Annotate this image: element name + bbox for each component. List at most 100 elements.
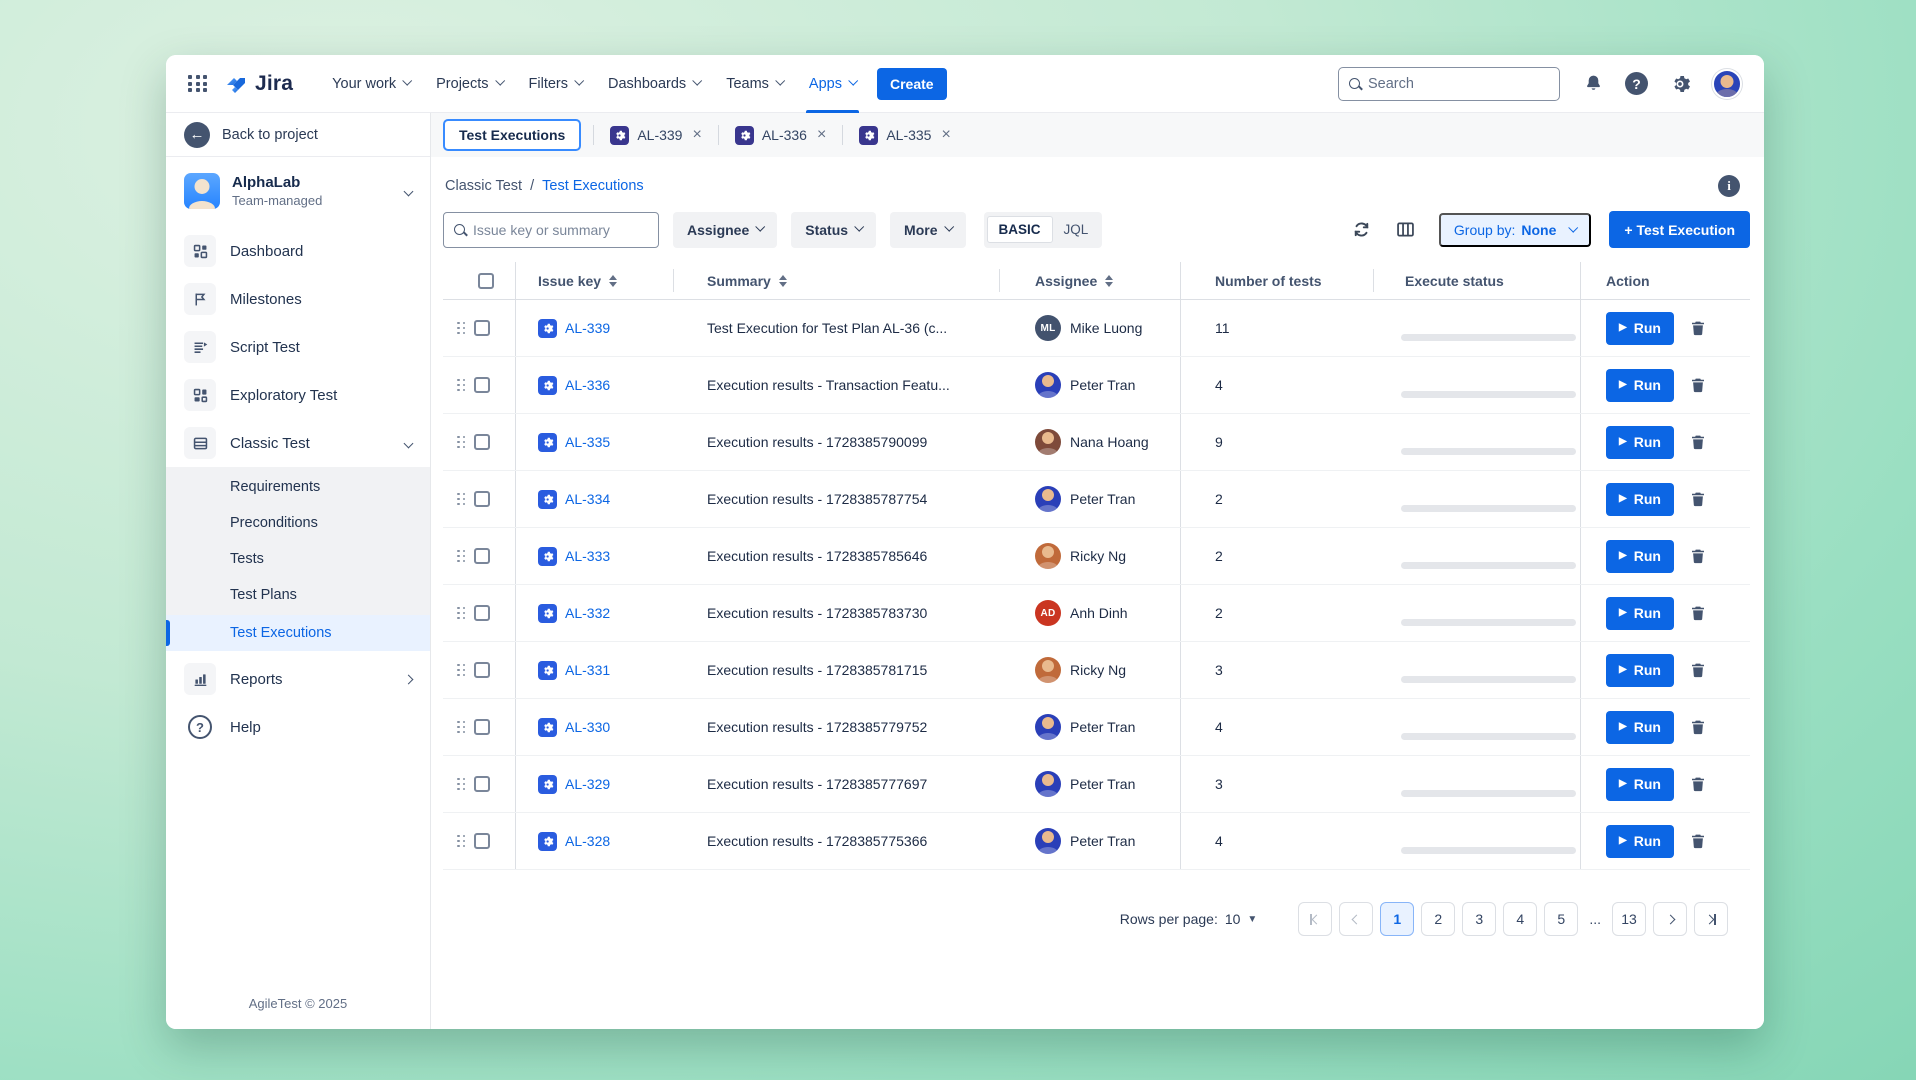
row-checkbox[interactable] bbox=[474, 434, 490, 450]
page-button-2[interactable]: 2 bbox=[1421, 902, 1455, 936]
row-checkbox[interactable] bbox=[474, 719, 490, 735]
run-button[interactable]: ▶Run bbox=[1606, 540, 1674, 573]
run-button[interactable]: ▶Run bbox=[1606, 768, 1674, 801]
page-button-5[interactable]: 5 bbox=[1544, 902, 1578, 936]
page-button-3[interactable]: 3 bbox=[1462, 902, 1496, 936]
issue-tab[interactable]: AL-336 × bbox=[729, 120, 833, 151]
project-switcher[interactable]: AlphaLab Team-managed bbox=[166, 157, 430, 221]
global-search[interactable] bbox=[1338, 67, 1560, 101]
delete-icon[interactable] bbox=[1689, 604, 1707, 622]
issue-key-link[interactable]: AL-334 bbox=[565, 491, 610, 507]
drag-handle-icon[interactable] bbox=[457, 664, 466, 677]
first-page-button[interactable] bbox=[1298, 902, 1332, 936]
sidebar-item-requirements[interactable]: Requirements bbox=[166, 469, 430, 505]
issue-key-link[interactable]: AL-336 bbox=[565, 377, 610, 393]
delete-icon[interactable] bbox=[1689, 661, 1707, 679]
delete-icon[interactable] bbox=[1689, 319, 1707, 337]
nav-item-your-work[interactable]: Your work bbox=[319, 55, 423, 113]
row-checkbox[interactable] bbox=[474, 377, 490, 393]
close-tab-icon[interactable]: × bbox=[692, 127, 701, 143]
drag-handle-icon[interactable] bbox=[457, 721, 466, 734]
refresh-icon[interactable] bbox=[1345, 213, 1379, 247]
global-search-input[interactable] bbox=[1368, 76, 1549, 92]
jira-logo[interactable]: Jira bbox=[224, 72, 293, 96]
page-button-last-number[interactable]: 13 bbox=[1612, 902, 1646, 936]
basic-mode-button[interactable]: BASIC bbox=[987, 216, 1053, 243]
delete-icon[interactable] bbox=[1689, 832, 1707, 850]
issue-key-link[interactable]: AL-333 bbox=[565, 548, 610, 564]
run-button[interactable]: ▶Run bbox=[1606, 711, 1674, 744]
issue-key-link[interactable]: AL-339 bbox=[565, 320, 610, 336]
row-checkbox[interactable] bbox=[474, 548, 490, 564]
last-page-button[interactable] bbox=[1694, 902, 1728, 936]
jql-mode-button[interactable]: JQL bbox=[1053, 217, 1100, 242]
issue-tab[interactable]: AL-339 × bbox=[604, 120, 708, 151]
drag-handle-icon[interactable] bbox=[457, 607, 466, 620]
issue-filter-search[interactable] bbox=[443, 212, 659, 248]
more-filter-dropdown[interactable]: More bbox=[890, 212, 965, 248]
notifications-bell-icon[interactable] bbox=[1582, 73, 1604, 95]
nav-item-apps[interactable]: Apps bbox=[796, 55, 869, 113]
issue-key-link[interactable]: AL-331 bbox=[565, 662, 610, 678]
column-header-assignee[interactable]: Assignee bbox=[999, 262, 1180, 299]
app-switcher-icon[interactable] bbox=[188, 75, 208, 92]
sidebar-item-dashboard[interactable]: Dashboard bbox=[166, 227, 430, 275]
page-button-1[interactable]: 1 bbox=[1380, 902, 1414, 936]
breadcrumb-parent[interactable]: Classic Test bbox=[445, 178, 522, 194]
assignee-filter-dropdown[interactable]: Assignee bbox=[673, 212, 777, 248]
row-checkbox[interactable] bbox=[474, 833, 490, 849]
sidebar-item-preconditions[interactable]: Preconditions bbox=[166, 505, 430, 541]
drag-handle-icon[interactable] bbox=[457, 322, 466, 335]
delete-icon[interactable] bbox=[1689, 490, 1707, 508]
next-page-button[interactable] bbox=[1653, 902, 1687, 936]
sidebar-item-tests[interactable]: Tests bbox=[166, 541, 430, 577]
back-to-project[interactable]: ← Back to project bbox=[166, 113, 430, 157]
delete-icon[interactable] bbox=[1689, 775, 1707, 793]
delete-icon[interactable] bbox=[1689, 718, 1707, 736]
row-checkbox[interactable] bbox=[474, 491, 490, 507]
row-checkbox[interactable] bbox=[474, 320, 490, 336]
group-by-dropdown[interactable]: Group by:None bbox=[1439, 213, 1591, 247]
issue-key-link[interactable]: AL-332 bbox=[565, 605, 610, 621]
page-button-4[interactable]: 4 bbox=[1503, 902, 1537, 936]
create-button[interactable]: Create bbox=[877, 68, 947, 100]
run-button[interactable]: ▶Run bbox=[1606, 483, 1674, 516]
drag-handle-icon[interactable] bbox=[457, 778, 466, 791]
drag-handle-icon[interactable] bbox=[457, 436, 466, 449]
run-button[interactable]: ▶Run bbox=[1606, 426, 1674, 459]
drag-handle-icon[interactable] bbox=[457, 550, 466, 563]
drag-handle-icon[interactable] bbox=[457, 835, 466, 848]
run-button[interactable]: ▶Run bbox=[1606, 312, 1674, 345]
delete-icon[interactable] bbox=[1689, 547, 1707, 565]
sidebar-item-exploratory-test[interactable]: Exploratory Test bbox=[166, 371, 430, 419]
nav-item-projects[interactable]: Projects bbox=[423, 55, 515, 113]
column-header-issue-key[interactable]: Issue key bbox=[515, 262, 673, 299]
drag-handle-icon[interactable] bbox=[457, 493, 466, 506]
nav-item-teams[interactable]: Teams bbox=[713, 55, 796, 113]
close-tab-icon[interactable]: × bbox=[817, 127, 826, 143]
info-icon[interactable]: i bbox=[1718, 175, 1740, 197]
sidebar-item-reports[interactable]: Reports bbox=[166, 655, 430, 703]
row-checkbox[interactable] bbox=[474, 776, 490, 792]
issue-tab[interactable]: AL-335 × bbox=[853, 120, 957, 151]
previous-page-button[interactable] bbox=[1339, 902, 1373, 936]
help-icon[interactable]: ? bbox=[1625, 72, 1648, 95]
sidebar-item-milestones[interactable]: Milestones bbox=[166, 275, 430, 323]
sidebar-item-script-test[interactable]: Script Test bbox=[166, 323, 430, 371]
delete-icon[interactable] bbox=[1689, 433, 1707, 451]
delete-icon[interactable] bbox=[1689, 376, 1707, 394]
run-button[interactable]: ▶Run bbox=[1606, 825, 1674, 858]
columns-icon[interactable] bbox=[1389, 213, 1423, 247]
row-checkbox[interactable] bbox=[474, 605, 490, 621]
close-tab-icon[interactable]: × bbox=[941, 127, 950, 143]
sidebar-item-test-executions[interactable]: Test Executions bbox=[166, 615, 430, 651]
issue-key-link[interactable]: AL-329 bbox=[565, 776, 610, 792]
breadcrumb-current[interactable]: Test Executions bbox=[542, 178, 644, 194]
sidebar-item-classic-test[interactable]: Classic Test bbox=[166, 419, 430, 467]
issue-key-link[interactable]: AL-330 bbox=[565, 719, 610, 735]
nav-item-dashboards[interactable]: Dashboards bbox=[595, 55, 713, 113]
column-header-summary[interactable]: Summary bbox=[673, 262, 999, 299]
settings-gear-icon[interactable] bbox=[1669, 73, 1691, 95]
run-button[interactable]: ▶Run bbox=[1606, 654, 1674, 687]
issue-key-link[interactable]: AL-328 bbox=[565, 833, 610, 849]
